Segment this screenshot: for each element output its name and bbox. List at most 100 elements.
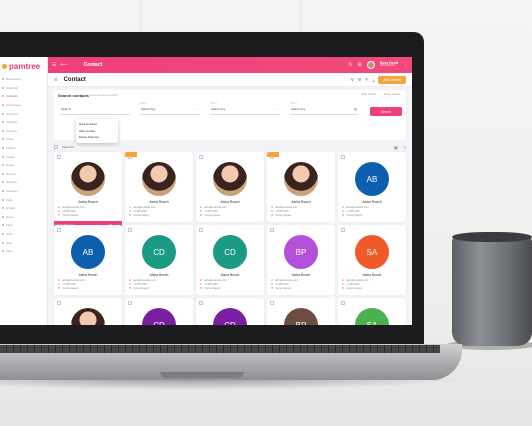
back-icon[interactable]: ⟵	[60, 62, 67, 68]
card-checkbox[interactable]	[199, 301, 203, 305]
page-header: ☰ Contact ⚲ ⚙ ⇱ ⤓ Add Contact	[48, 73, 412, 87]
sidebar-item-label: Calls	[6, 197, 13, 202]
keyword-input[interactable]: Search	[60, 106, 130, 115]
contact-card[interactable]: Aisha Roach ✉ aisha@example.com ✆ +1 555 010…	[196, 152, 264, 222]
app-logo[interactable]: pamtree	[0, 57, 47, 75]
sidebar-item[interactable]: Emails	[0, 204, 47, 213]
action-icon: ⚑	[200, 214, 203, 217]
contact-card[interactable]: CD	[125, 298, 193, 325]
contact-email-text: aisha@example.com	[62, 279, 85, 282]
more-vertical-icon[interactable]: ⋮	[403, 62, 408, 68]
contact-name: Aisha Roach	[220, 200, 240, 204]
sidebar-item[interactable]: Settings	[0, 178, 47, 187]
menu-icon[interactable]: ☰	[52, 62, 56, 68]
contact-card[interactable]: BP Aisha Bosch ✉ aisha@example.com ✆ +1 555 0…	[267, 225, 335, 295]
sidebar-item[interactable]: Leads	[0, 152, 47, 161]
card-checkbox[interactable]	[57, 155, 61, 159]
contact-action: ⚑ Current Aspect	[129, 287, 149, 290]
sidebar-item[interactable]: Reports	[0, 170, 47, 179]
sidebar-item[interactable]: More	[0, 247, 47, 256]
search-button[interactable]: Search	[370, 107, 402, 116]
user-avatar[interactable]	[366, 61, 375, 69]
reset-search-link[interactable]: Reset Search	[384, 93, 400, 96]
contact-card[interactable]: BP	[267, 298, 335, 325]
settings-icon[interactable]: ⚙	[358, 77, 362, 82]
sidebar-item[interactable]: Dashboard	[0, 75, 47, 84]
card-checkbox[interactable]	[341, 155, 345, 159]
download-icon[interactable]: ⤓	[373, 77, 375, 82]
filter-select-1[interactable]: Select Select Key ⌄	[140, 102, 200, 115]
contact-card[interactable]: CD	[196, 298, 264, 325]
contact-phone-text: +1 555 0100	[346, 210, 360, 213]
sidebar-item[interactable]: Employees	[0, 101, 47, 110]
card-checkbox[interactable]	[57, 228, 61, 232]
contact-card[interactable]: CD Aisha Bosch ✉ aisha@example.com ✆ +1 555 0…	[125, 225, 193, 295]
card-checkbox[interactable]	[341, 228, 345, 232]
card-checkbox[interactable]	[128, 301, 132, 305]
sidebar-item[interactable]: Notes	[0, 213, 47, 222]
contact-card[interactable]: Aisha Roach ✉ aisha@example.com ✆ +1 555 010…	[125, 152, 193, 222]
sidebar-item[interactable]: Chat	[0, 230, 47, 239]
list-view-icon[interactable]: ≡	[404, 145, 406, 150]
logo-mark-icon	[2, 63, 7, 69]
refresh-icon[interactable]: ↻	[348, 62, 352, 68]
card-checkbox[interactable]	[270, 228, 274, 232]
card-checkbox[interactable]	[270, 301, 274, 305]
sidebar-item[interactable]: Tickets	[0, 144, 47, 153]
contact-card[interactable]	[54, 298, 122, 325]
sidebar-item[interactable]: Files	[0, 221, 47, 230]
contact-action: ⚑ Current Aspect	[342, 287, 362, 290]
contact-card[interactable]: CD Aisha Bosch ✉ aisha@example.com ✆ +1 555 0…	[196, 225, 264, 295]
sidebar-item[interactable]: Deals	[0, 161, 47, 170]
sidebar-item[interactable]: Activities	[0, 187, 47, 196]
sidebar-item[interactable]: Calls	[0, 195, 47, 204]
sidebar-item-label: Notes	[6, 214, 14, 219]
contact-card[interactable]: SA	[338, 298, 406, 325]
sidebar-item[interactable]: Projects	[0, 127, 47, 136]
sidebar-item[interactable]: Invoices	[0, 118, 47, 127]
sidebar-item[interactable]: Accounts	[0, 109, 47, 118]
card-checkbox[interactable]	[199, 228, 203, 232]
sidebar-item[interactable]: Calendar	[0, 84, 47, 93]
card-checkbox[interactable]	[128, 228, 132, 232]
sidebar-item-icon	[2, 129, 4, 132]
card-checkbox[interactable]	[199, 155, 203, 159]
filter-value-1: Select Key	[141, 107, 156, 111]
card-checkbox[interactable]	[57, 301, 61, 305]
contact-email-text: aisha@example.com	[204, 279, 227, 282]
contact-card[interactable]: Aisha Roach ✉ aisha@example.com ✆ +1 555 010…	[267, 152, 335, 222]
contact-card[interactable]: SA Aisha Bosch ✉ aisha@example.com ✆ +1 555 0…	[338, 225, 406, 295]
menu-item-delete[interactable]: Delete Selected	[79, 134, 115, 141]
contact-card[interactable]: Aisha Roach ✉ aisha@example.com ✆ +1 555 010…	[54, 152, 122, 230]
contact-name: Aisha Bosch	[78, 273, 98, 277]
contact-email-text: aisha@example.com	[275, 206, 298, 209]
card-tag-badge	[125, 152, 137, 157]
card-checkbox[interactable]	[341, 301, 345, 305]
sidebar-item-icon	[2, 112, 4, 115]
menu-item-mark-read[interactable]: Mark as Read	[79, 121, 115, 128]
contact-card[interactable]: AB Aisha Roach ✉ aisha@example.com ✆ +1 555 0…	[338, 152, 406, 222]
user-role: Administrator	[379, 64, 395, 68]
save-search-link[interactable]: Save Search	[361, 93, 376, 96]
sidebar-item[interactable]: Help	[0, 238, 47, 247]
contact-avatar: AB	[355, 162, 389, 196]
filter-icon[interactable]: ⚲	[351, 77, 354, 82]
user-info[interactable]: Rosy Scott Administrator	[379, 61, 398, 68]
apps-icon[interactable]: ⊞	[358, 62, 362, 68]
contact-action-text: Current Aspect	[275, 214, 292, 217]
grid-view-icon[interactable]: ▦	[394, 145, 398, 150]
sidebar-item-label: Dashboard	[6, 77, 21, 82]
sidebar-item[interactable]: Contacts	[0, 92, 47, 101]
contact-email-text: aisha@example.com	[133, 279, 156, 282]
select-all-checkbox[interactable]	[54, 145, 58, 149]
top-bar-right: ↻ ⊞ Rosy Scott Administrator ⋮	[348, 61, 408, 69]
sidebar-item-label: Help	[6, 240, 13, 245]
share-icon[interactable]: ⇱	[365, 77, 368, 82]
menu-item-hide[interactable]: Hide Contact	[79, 128, 115, 135]
sidebar-item[interactable]: Tasks	[0, 135, 47, 144]
contact-card[interactable]: AB Aisha Bosch ✉ aisha@example.com ✆ +1 555 0…	[54, 225, 122, 295]
add-contact-button[interactable]: Add Contact	[378, 75, 406, 84]
filter-select-2[interactable]: Select Select Key ⌄	[210, 102, 280, 115]
keyword-value: Search	[61, 107, 71, 111]
filter-select-3[interactable]: Select Select Key ▦	[290, 102, 358, 115]
